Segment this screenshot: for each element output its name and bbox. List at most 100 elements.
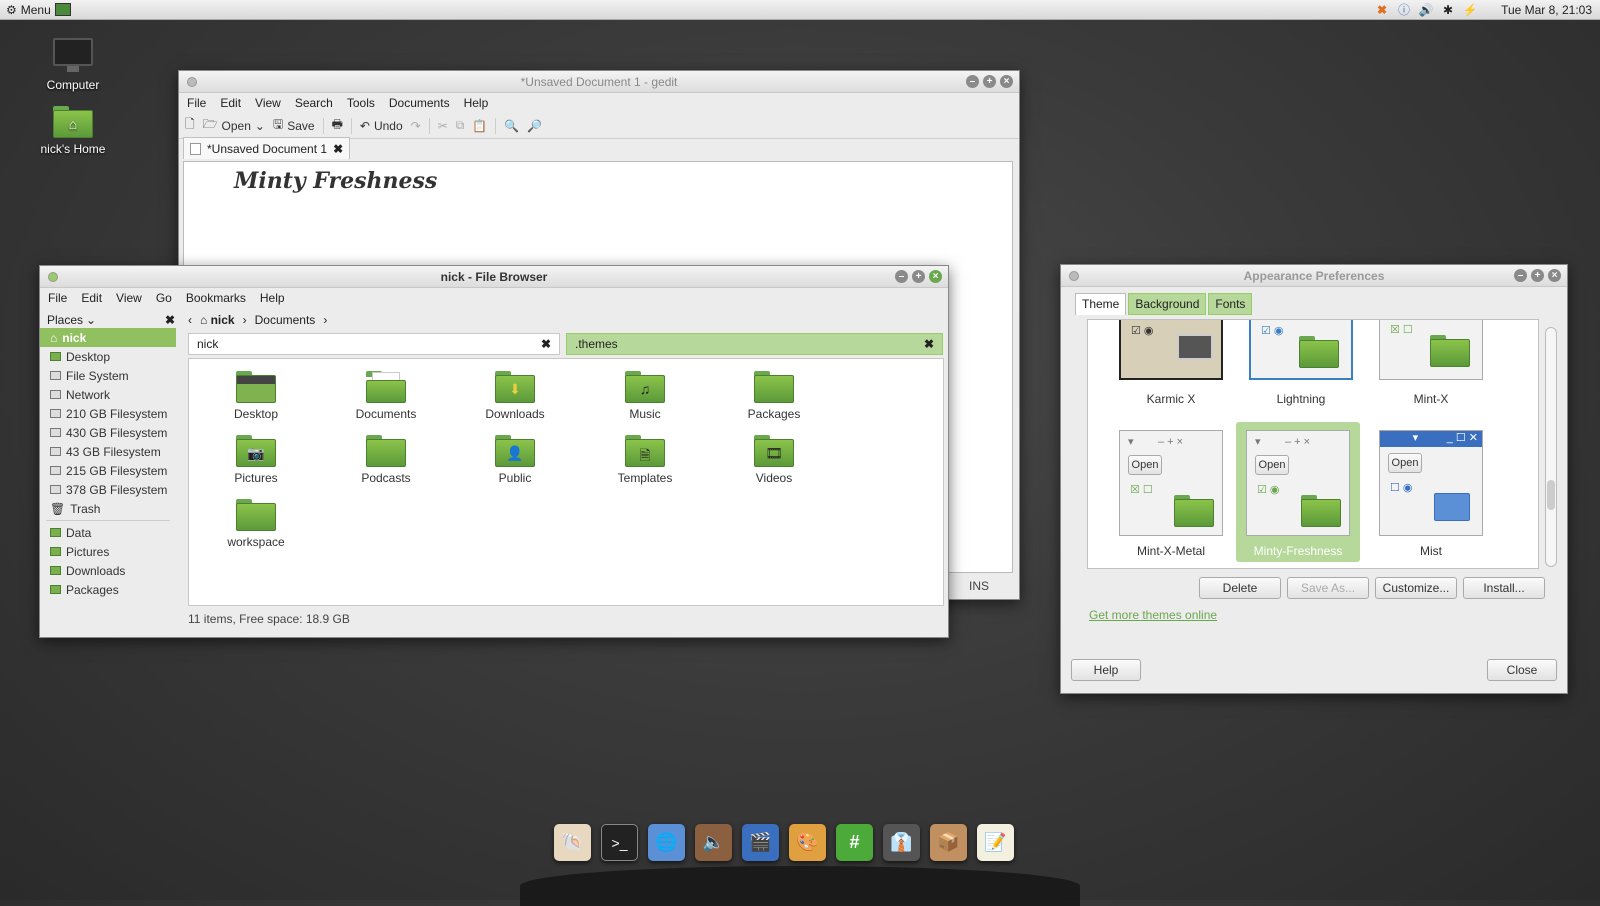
- theme-lightning[interactable]: ☑ ◉ Lightning: [1242, 320, 1360, 406]
- file-item-templates[interactable]: 🗎 Templates: [590, 435, 700, 485]
- file-view[interactable]: Desktop Documents ⬇ Downloads ♫ Music Pack…: [188, 358, 944, 606]
- tab-close-icon[interactable]: ✖: [333, 142, 343, 156]
- place-378gb[interactable]: 378 GB Filesystem: [40, 480, 176, 499]
- place-43gb[interactable]: 43 GB Filesystem: [40, 442, 176, 461]
- window-menu-icon[interactable]: [187, 76, 197, 87]
- file-browser-titlebar[interactable]: nick - File Browser – + ×: [40, 266, 948, 288]
- undo-button[interactable]: ↶ Undo: [360, 119, 403, 133]
- window-menu-icon[interactable]: [1069, 270, 1079, 281]
- place-packages[interactable]: Packages: [40, 580, 176, 599]
- save-button[interactable]: 🖫 Save: [273, 115, 315, 136]
- window-menu-icon[interactable]: [48, 271, 58, 282]
- back-arrow-icon[interactable]: ‹: [188, 313, 192, 327]
- menu-view[interactable]: View: [255, 96, 281, 110]
- theme-minty-freshness[interactable]: ▾ – + × Open ☑ ◉ Minty-Freshness: [1236, 422, 1360, 562]
- tab-fonts[interactable]: Fonts: [1208, 293, 1253, 315]
- dock-terminal-icon[interactable]: >_: [601, 824, 638, 861]
- help-button[interactable]: Help: [1071, 659, 1141, 681]
- chevron-down-icon[interactable]: ⌄: [255, 119, 265, 133]
- place-file-system[interactable]: File System: [40, 366, 176, 385]
- place-215gb[interactable]: 215 GB Filesystem: [40, 461, 176, 480]
- print-button[interactable]: 🖶: [332, 115, 343, 136]
- breadcrumb-home[interactable]: ⌂ nick: [200, 313, 235, 327]
- more-themes-link[interactable]: Get more themes online: [1089, 608, 1217, 622]
- bluetooth-icon[interactable]: ✱: [1441, 3, 1455, 17]
- file-item-desktop[interactable]: Desktop: [201, 371, 311, 421]
- pane-tab-themes[interactable]: .themes ✖: [566, 333, 943, 355]
- menu-view[interactable]: View: [116, 291, 142, 305]
- place-trash[interactable]: 🗑 Trash: [40, 499, 176, 518]
- copy-button[interactable]: ⧉: [456, 118, 465, 133]
- appearance-titlebar[interactable]: Appearance Preferences – + ×: [1061, 265, 1567, 287]
- gedit-tab[interactable]: *Unsaved Document 1 ✖: [183, 137, 351, 159]
- theme-mint-x-metal[interactable]: ▾ – + × Open ☒ ☐ Mint-X-Metal: [1112, 430, 1230, 558]
- tab-theme[interactable]: Theme: [1075, 293, 1127, 315]
- replace-button[interactable]: 🔎: [527, 119, 542, 133]
- menu-search[interactable]: Search: [295, 96, 333, 110]
- file-item-downloads[interactable]: ⬇ Downloads: [460, 371, 570, 421]
- chevron-right-icon[interactable]: ›: [323, 313, 327, 327]
- tab-close-icon[interactable]: ✖: [924, 337, 934, 351]
- dock-chat-icon[interactable]: #: [836, 824, 873, 861]
- scrollbar-thumb[interactable]: [1547, 480, 1555, 510]
- maximize-icon[interactable]: +: [1531, 269, 1544, 282]
- place-nick[interactable]: ⌂ nick: [40, 328, 176, 347]
- place-430gb[interactable]: 430 GB Filesystem: [40, 423, 176, 442]
- dock-shell-icon[interactable]: 🐚: [554, 824, 591, 861]
- file-item-packages[interactable]: Packages: [719, 371, 829, 421]
- breadcrumb-documents[interactable]: Documents: [255, 313, 316, 327]
- maximize-icon[interactable]: +: [912, 270, 925, 283]
- file-item-workspace[interactable]: workspace: [201, 499, 311, 549]
- theme-mist[interactable]: ▾ _ ☐ ✕ Open ☐ ◉ Mist: [1372, 430, 1490, 558]
- desktop-home[interactable]: ⌂ nick's Home: [28, 106, 118, 156]
- delete-button[interactable]: Delete: [1199, 577, 1281, 599]
- close-button[interactable]: Close: [1487, 659, 1557, 681]
- menu-file[interactable]: File: [187, 96, 206, 110]
- place-downloads[interactable]: Downloads: [40, 561, 176, 580]
- places-header[interactable]: Places ⌄ ✖: [47, 310, 175, 330]
- file-item-podcasts[interactable]: Podcasts: [331, 435, 441, 485]
- maximize-icon[interactable]: +: [983, 75, 996, 88]
- redo-button[interactable]: ↷: [411, 119, 421, 133]
- file-item-music[interactable]: ♫ Music: [590, 371, 700, 421]
- file-item-pictures[interactable]: 📷 Pictures: [201, 435, 311, 485]
- tab-close-icon[interactable]: ✖: [541, 337, 551, 351]
- workspace-icon[interactable]: [54, 3, 71, 16]
- file-item-documents[interactable]: Documents: [331, 371, 441, 421]
- customize-button[interactable]: Customize...: [1375, 577, 1457, 599]
- cut-button[interactable]: ✂: [438, 119, 448, 133]
- close-icon[interactable]: ×: [1548, 269, 1561, 282]
- place-210gb[interactable]: 210 GB Filesystem: [40, 404, 176, 423]
- open-button[interactable]: 🗁 Open ⌄: [203, 115, 265, 136]
- install-button[interactable]: Install...: [1463, 577, 1545, 599]
- close-sidebar-icon[interactable]: ✖: [165, 313, 175, 327]
- minimize-icon[interactable]: –: [966, 75, 979, 88]
- dock-editor-icon[interactable]: 📝: [977, 824, 1014, 861]
- close-icon[interactable]: ×: [1000, 75, 1013, 88]
- menu-bookmarks[interactable]: Bookmarks: [186, 291, 246, 305]
- new-document-button[interactable]: 🗋: [185, 115, 195, 136]
- menu-help[interactable]: Help: [260, 291, 285, 305]
- volume-icon[interactable]: 🔊: [1419, 3, 1434, 17]
- minimize-icon[interactable]: –: [1514, 269, 1527, 282]
- theme-scrollbar[interactable]: [1545, 327, 1557, 567]
- dock-suit-icon[interactable]: 👔: [883, 824, 920, 861]
- info-icon[interactable]: ⓘ: [1397, 3, 1411, 17]
- place-network[interactable]: Network: [40, 385, 176, 404]
- dock-paint-icon[interactable]: 🎨: [789, 824, 826, 861]
- close-icon[interactable]: ×: [929, 270, 942, 283]
- tab-background[interactable]: Background: [1128, 293, 1207, 315]
- main-menu-button[interactable]: ⚙ Menu: [0, 3, 71, 17]
- clock[interactable]: Tue Mar 8, 21:03: [1501, 3, 1592, 17]
- menu-help[interactable]: Help: [464, 96, 489, 110]
- menu-go[interactable]: Go: [156, 291, 172, 305]
- menu-file[interactable]: File: [48, 291, 67, 305]
- theme-karmic-x[interactable]: ☑ ◉ Karmic X: [1112, 320, 1230, 406]
- paste-button[interactable]: 📋: [472, 119, 487, 133]
- file-item-videos[interactable]: 🎞 Videos: [719, 435, 829, 485]
- dock-browser-icon[interactable]: 🌐: [648, 824, 685, 861]
- theme-mint-x[interactable]: ☒ ☐ Mint-X: [1372, 320, 1490, 406]
- menu-tools[interactable]: Tools: [347, 96, 375, 110]
- place-desktop[interactable]: Desktop: [40, 347, 176, 366]
- desktop-computer[interactable]: Computer: [28, 38, 118, 92]
